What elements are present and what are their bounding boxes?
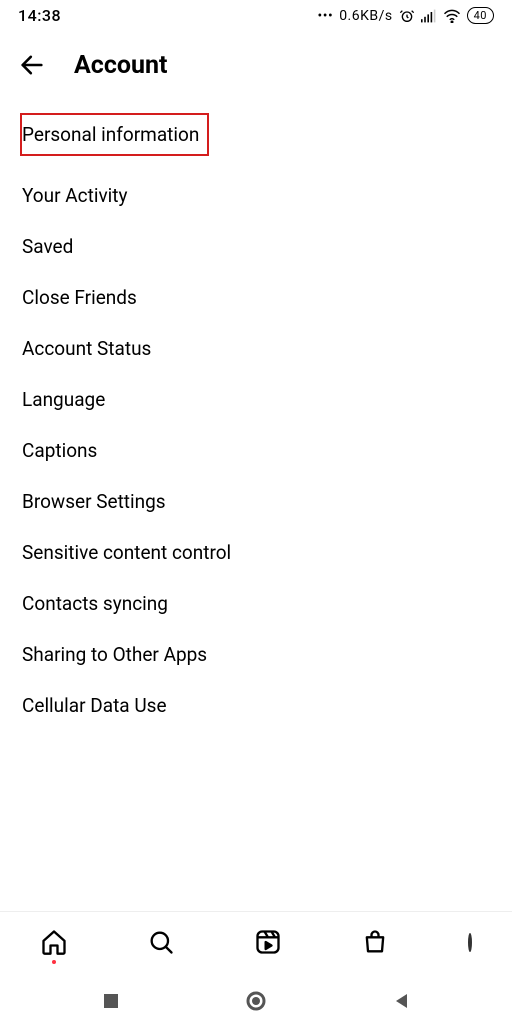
menu-item-label: Saved <box>22 235 73 258</box>
sys-back[interactable] <box>369 986 435 1016</box>
menu-personal-information[interactable]: Personal information <box>0 99 512 170</box>
menu-cellular-data-use[interactable]: Cellular Data Use <box>0 680 512 731</box>
sys-home[interactable] <box>221 984 291 1018</box>
status-indicators: ••• 0.6KB/s 40 <box>318 7 494 24</box>
battery-indicator: 40 <box>467 7 494 24</box>
nav-shop[interactable] <box>357 924 393 960</box>
arrow-left-icon <box>18 51 46 79</box>
menu-saved[interactable]: Saved <box>0 221 512 272</box>
menu-item-label: Language <box>22 388 105 411</box>
menu-item-label: Sensitive content control <box>22 541 231 564</box>
menu-item-label: Account Status <box>22 337 151 360</box>
app-bottom-nav <box>0 911 512 972</box>
menu-item-label: Cellular Data Use <box>22 694 167 717</box>
account-menu: Personal information Your Activity Saved… <box>0 93 512 731</box>
circle-icon <box>245 990 267 1012</box>
signal-icon <box>421 9 437 23</box>
menu-item-label: Your Activity <box>22 184 127 207</box>
nav-profile[interactable] <box>464 931 476 954</box>
nav-search[interactable] <box>143 924 179 960</box>
alarm-icon <box>399 8 415 24</box>
shop-icon <box>361 928 389 956</box>
sys-recents[interactable] <box>78 986 144 1016</box>
menu-item-label: Personal information <box>22 123 199 146</box>
menu-item-label: Contacts syncing <box>22 592 168 615</box>
nav-home[interactable] <box>36 924 72 960</box>
reels-icon <box>254 928 282 956</box>
wifi-icon <box>443 9 461 23</box>
triangle-left-icon <box>393 992 411 1010</box>
more-dots-icon: ••• <box>318 8 334 24</box>
square-icon <box>102 992 120 1010</box>
menu-item-label: Sharing to Other Apps <box>22 643 207 666</box>
status-time: 14:38 <box>18 6 61 25</box>
menu-sharing-to-other-apps[interactable]: Sharing to Other Apps <box>0 629 512 680</box>
menu-sensitive-content-control[interactable]: Sensitive content control <box>0 527 512 578</box>
page-header: Account <box>0 25 512 93</box>
status-bar: 14:38 ••• 0.6KB/s 40 <box>0 0 512 25</box>
menu-item-label: Browser Settings <box>22 490 166 513</box>
menu-your-activity[interactable]: Your Activity <box>0 170 512 221</box>
menu-contacts-syncing[interactable]: Contacts syncing <box>0 578 512 629</box>
search-icon <box>147 928 175 956</box>
menu-item-label: Close Friends <box>22 286 137 309</box>
menu-item-label: Captions <box>22 439 97 462</box>
menu-captions[interactable]: Captions <box>0 425 512 476</box>
system-nav-bar <box>0 978 512 1024</box>
net-speed: 0.6KB/s <box>339 8 392 24</box>
nav-reels[interactable] <box>250 924 286 960</box>
notification-dot-icon <box>52 960 56 964</box>
menu-account-status[interactable]: Account Status <box>0 323 512 374</box>
home-icon <box>40 928 68 956</box>
page-title: Account <box>74 51 167 80</box>
avatar-icon <box>468 933 472 952</box>
menu-language[interactable]: Language <box>0 374 512 425</box>
back-button[interactable] <box>18 47 56 83</box>
menu-close-friends[interactable]: Close Friends <box>0 272 512 323</box>
menu-browser-settings[interactable]: Browser Settings <box>0 476 512 527</box>
